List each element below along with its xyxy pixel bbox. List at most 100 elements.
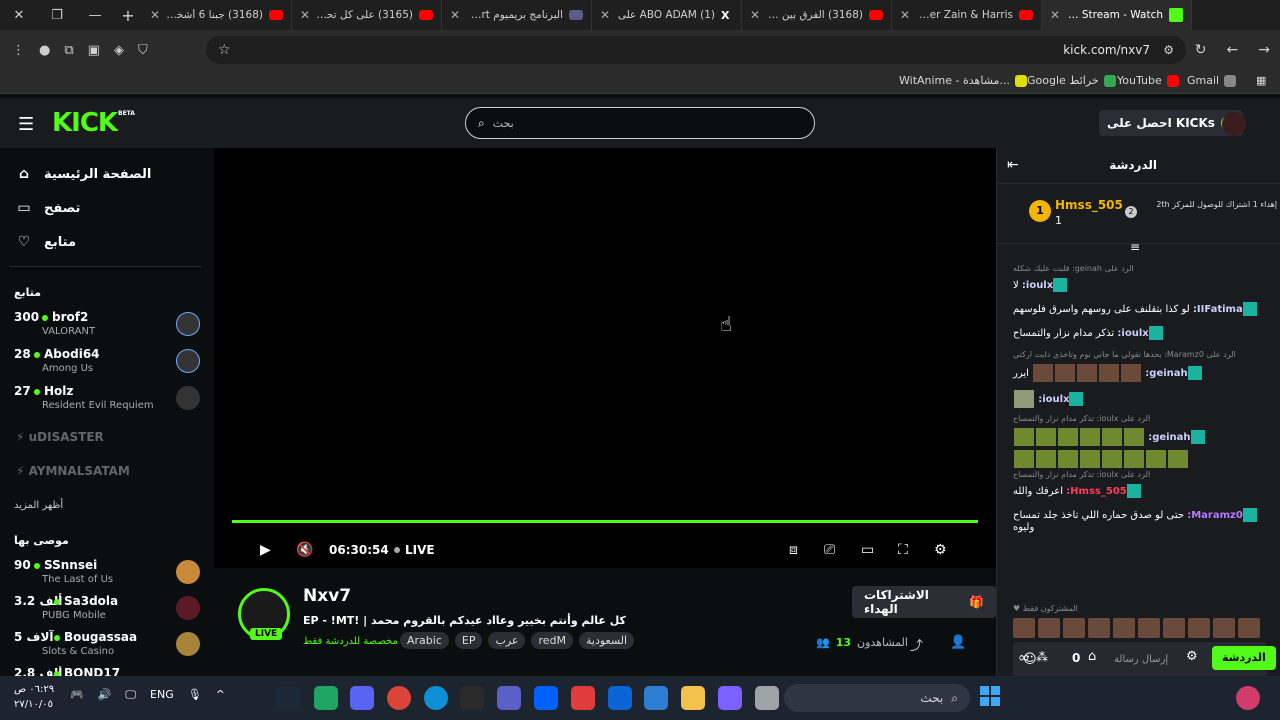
theater-mode-icon[interactable]: ▭: [861, 542, 874, 558]
close-window-icon[interactable]: ✕: [0, 8, 38, 23]
bookmark-item[interactable]: Google خرائط: [1027, 74, 1116, 87]
app-icon[interactable]: [497, 686, 521, 710]
network-icon[interactable]: 🖵: [125, 688, 136, 702]
discord-icon[interactable]: [350, 686, 374, 710]
miniplayer-icon[interactable]: ⧈: [789, 542, 798, 558]
forward-icon[interactable]: ←: [1227, 42, 1239, 58]
bookmark-item[interactable]: Gmail: [1187, 74, 1237, 87]
gift-subs-button[interactable]: الاشتراكات الهداء 🎁: [852, 586, 996, 618]
reload-icon[interactable]: ↻: [1195, 42, 1207, 58]
hamburger-menu-icon[interactable]: ☰: [18, 114, 34, 135]
language-indicator[interactable]: ENG: [150, 688, 174, 702]
play-icon[interactable]: ▶: [260, 542, 271, 558]
chat-username[interactable]: Maramz0:: [1187, 510, 1243, 521]
filter-icon[interactable]: ≡: [1130, 240, 1140, 254]
chat-username[interactable]: Hmss_505:: [1066, 486, 1127, 497]
subscriber-avatar[interactable]: [1063, 618, 1085, 638]
browser-tab[interactable]: ✕ ABO ADAM (1) على X: [592, 0, 742, 30]
browser-tab[interactable]: ✕ Maher Zain & Harris: [892, 0, 1042, 30]
channel-item[interactable]: 28 Abodi64 Among Us: [14, 347, 200, 381]
store-icon[interactable]: ⌂: [1088, 649, 1096, 664]
app-icon[interactable]: [314, 686, 338, 710]
send-chat-button[interactable]: الدردشة: [1212, 646, 1276, 670]
browser-tab[interactable]: ✕ (3165) على كل تحدي: [292, 0, 442, 30]
copilot-icon[interactable]: [718, 686, 742, 710]
sidebar-item-browse[interactable]: ▭ تصفح: [16, 200, 80, 216]
tag-chip[interactable]: EP: [454, 632, 483, 649]
subscriber-avatar[interactable]: [1113, 618, 1135, 638]
taskbar-search[interactable]: بحث ⌕: [784, 684, 970, 712]
mail-icon[interactable]: [608, 686, 632, 710]
close-tab-icon[interactable]: ✕: [750, 8, 760, 22]
tag-chip[interactable]: السعودية: [579, 632, 635, 649]
apps-icon[interactable]: ▦: [1256, 74, 1266, 87]
points-icon[interactable]: ⁂: [1036, 650, 1048, 664]
speaker-icon[interactable]: 🔊: [98, 688, 112, 702]
file-explorer-icon[interactable]: [681, 686, 705, 710]
channel-item[interactable]: 27 Holz Resident Evil Requiem: [14, 384, 200, 418]
windows-start-icon[interactable]: [980, 686, 1000, 706]
extension-icon[interactable]: ▣: [88, 43, 100, 58]
subscriber-avatar[interactable]: [1138, 618, 1160, 638]
share-icon[interactable]: ⤴: [910, 635, 923, 654]
streamer-name[interactable]: Nxv7: [303, 586, 351, 606]
search-input[interactable]: ⌕ بحث: [465, 107, 815, 139]
channel-item[interactable]: 90 SSnnsei The Last of Us: [14, 558, 200, 592]
app-icon[interactable]: [571, 686, 595, 710]
menu-icon[interactable]: ⋮: [12, 43, 25, 58]
close-tab-icon[interactable]: ✕: [1050, 8, 1060, 22]
follow-icon[interactable]: 👤: [950, 635, 966, 650]
steam-icon[interactable]: [276, 686, 300, 710]
tag-chip[interactable]: عرب: [488, 632, 526, 649]
url-text[interactable]: kick.com/nxv7: [1063, 43, 1150, 57]
subscriber-avatar[interactable]: [1088, 618, 1110, 638]
collapse-chat-icon[interactable]: ⇤: [1007, 157, 1019, 173]
sidebar-item-home[interactable]: ⌂ الصفحة الرئيسية: [16, 166, 151, 182]
settings-gear-icon[interactable]: ⚙: [934, 542, 947, 558]
tag-chip[interactable]: redM: [531, 632, 573, 649]
mic-icon[interactable]: 🎙: [188, 688, 202, 702]
mute-icon[interactable]: 🔇: [296, 542, 313, 558]
subscriber-avatar[interactable]: [1038, 618, 1060, 638]
subscriber-avatar[interactable]: [1188, 618, 1210, 638]
puzzle-icon[interactable]: ⧉: [64, 43, 73, 58]
dropbox-icon[interactable]: [534, 686, 558, 710]
chat-username[interactable]: geinah:: [1148, 432, 1190, 443]
gamepad-icon[interactable]: 🎮: [70, 688, 84, 702]
leader-username[interactable]: Hmss_505: [1055, 198, 1123, 212]
clip-icon[interactable]: ⎚: [824, 542, 835, 558]
edge-icon[interactable]: [424, 686, 448, 710]
app-icon[interactable]: [755, 686, 779, 710]
epic-games-icon[interactable]: [460, 686, 484, 710]
browser-tab[interactable]: ✕ (3168) الفرق بين الملـ: [742, 0, 892, 30]
back-icon[interactable]: →: [1258, 42, 1270, 58]
offline-channel[interactable]: ⚡ uDISASTER: [16, 430, 104, 444]
bookmark-item[interactable]: WitAnime - مشاهدة...: [899, 74, 1027, 87]
browser-tab-active[interactable]: ✕ Nxv7 Stream - Watch: [1042, 0, 1192, 30]
subscriber-avatar[interactable]: [1163, 618, 1185, 638]
fullscreen-icon[interactable]: ⛶: [898, 542, 908, 558]
kick-logo[interactable]: KICK: [52, 108, 118, 138]
site-settings-icon[interactable]: ⚙: [1163, 43, 1174, 57]
browser-tab[interactable]: ✕ (3168) جبنا 6 أشخاص: [142, 0, 292, 30]
chat-username[interactable]: ioulx:: [1038, 394, 1069, 405]
video-player[interactable]: ☝ ▶ 🔇 06:30:54 LIVE ⧈ ⎚ ▭ ⛶ ⚙: [214, 148, 996, 568]
bookmark-star-icon[interactable]: ☆: [218, 42, 231, 58]
offline-channel[interactable]: ⚡ AYMNALSATAM: [16, 464, 130, 478]
chrome-icon[interactable]: [387, 686, 411, 710]
store-icon[interactable]: [644, 686, 668, 710]
close-tab-icon[interactable]: ✕: [300, 8, 310, 22]
chat-username[interactable]: geinah:: [1145, 368, 1187, 379]
extension-icon[interactable]: ●: [39, 43, 50, 58]
subscriber-avatar[interactable]: [1213, 618, 1235, 638]
channel-item[interactable]: 300 brof2 VALORANT: [14, 310, 200, 344]
extension-icon[interactable]: ◈: [114, 43, 124, 58]
system-clock[interactable]: ٠٦:٢٩ ص ٢٧/١٠/٠٥: [14, 682, 54, 712]
sidebar-item-following[interactable]: ♡ متابع: [16, 234, 76, 250]
omnibox[interactable]: ☆ kick.com/nxv7 ⚙: [206, 36, 1186, 64]
chat-username[interactable]: IIFatima:: [1193, 304, 1243, 315]
chat-settings-icon[interactable]: ⚙: [1186, 649, 1198, 664]
channel-item[interactable]: 5 آلاف Bougassaa Slots & Casino: [14, 630, 200, 664]
subscriber-avatar[interactable]: [1238, 618, 1260, 638]
shield-icon[interactable]: ⛉: [138, 43, 148, 58]
